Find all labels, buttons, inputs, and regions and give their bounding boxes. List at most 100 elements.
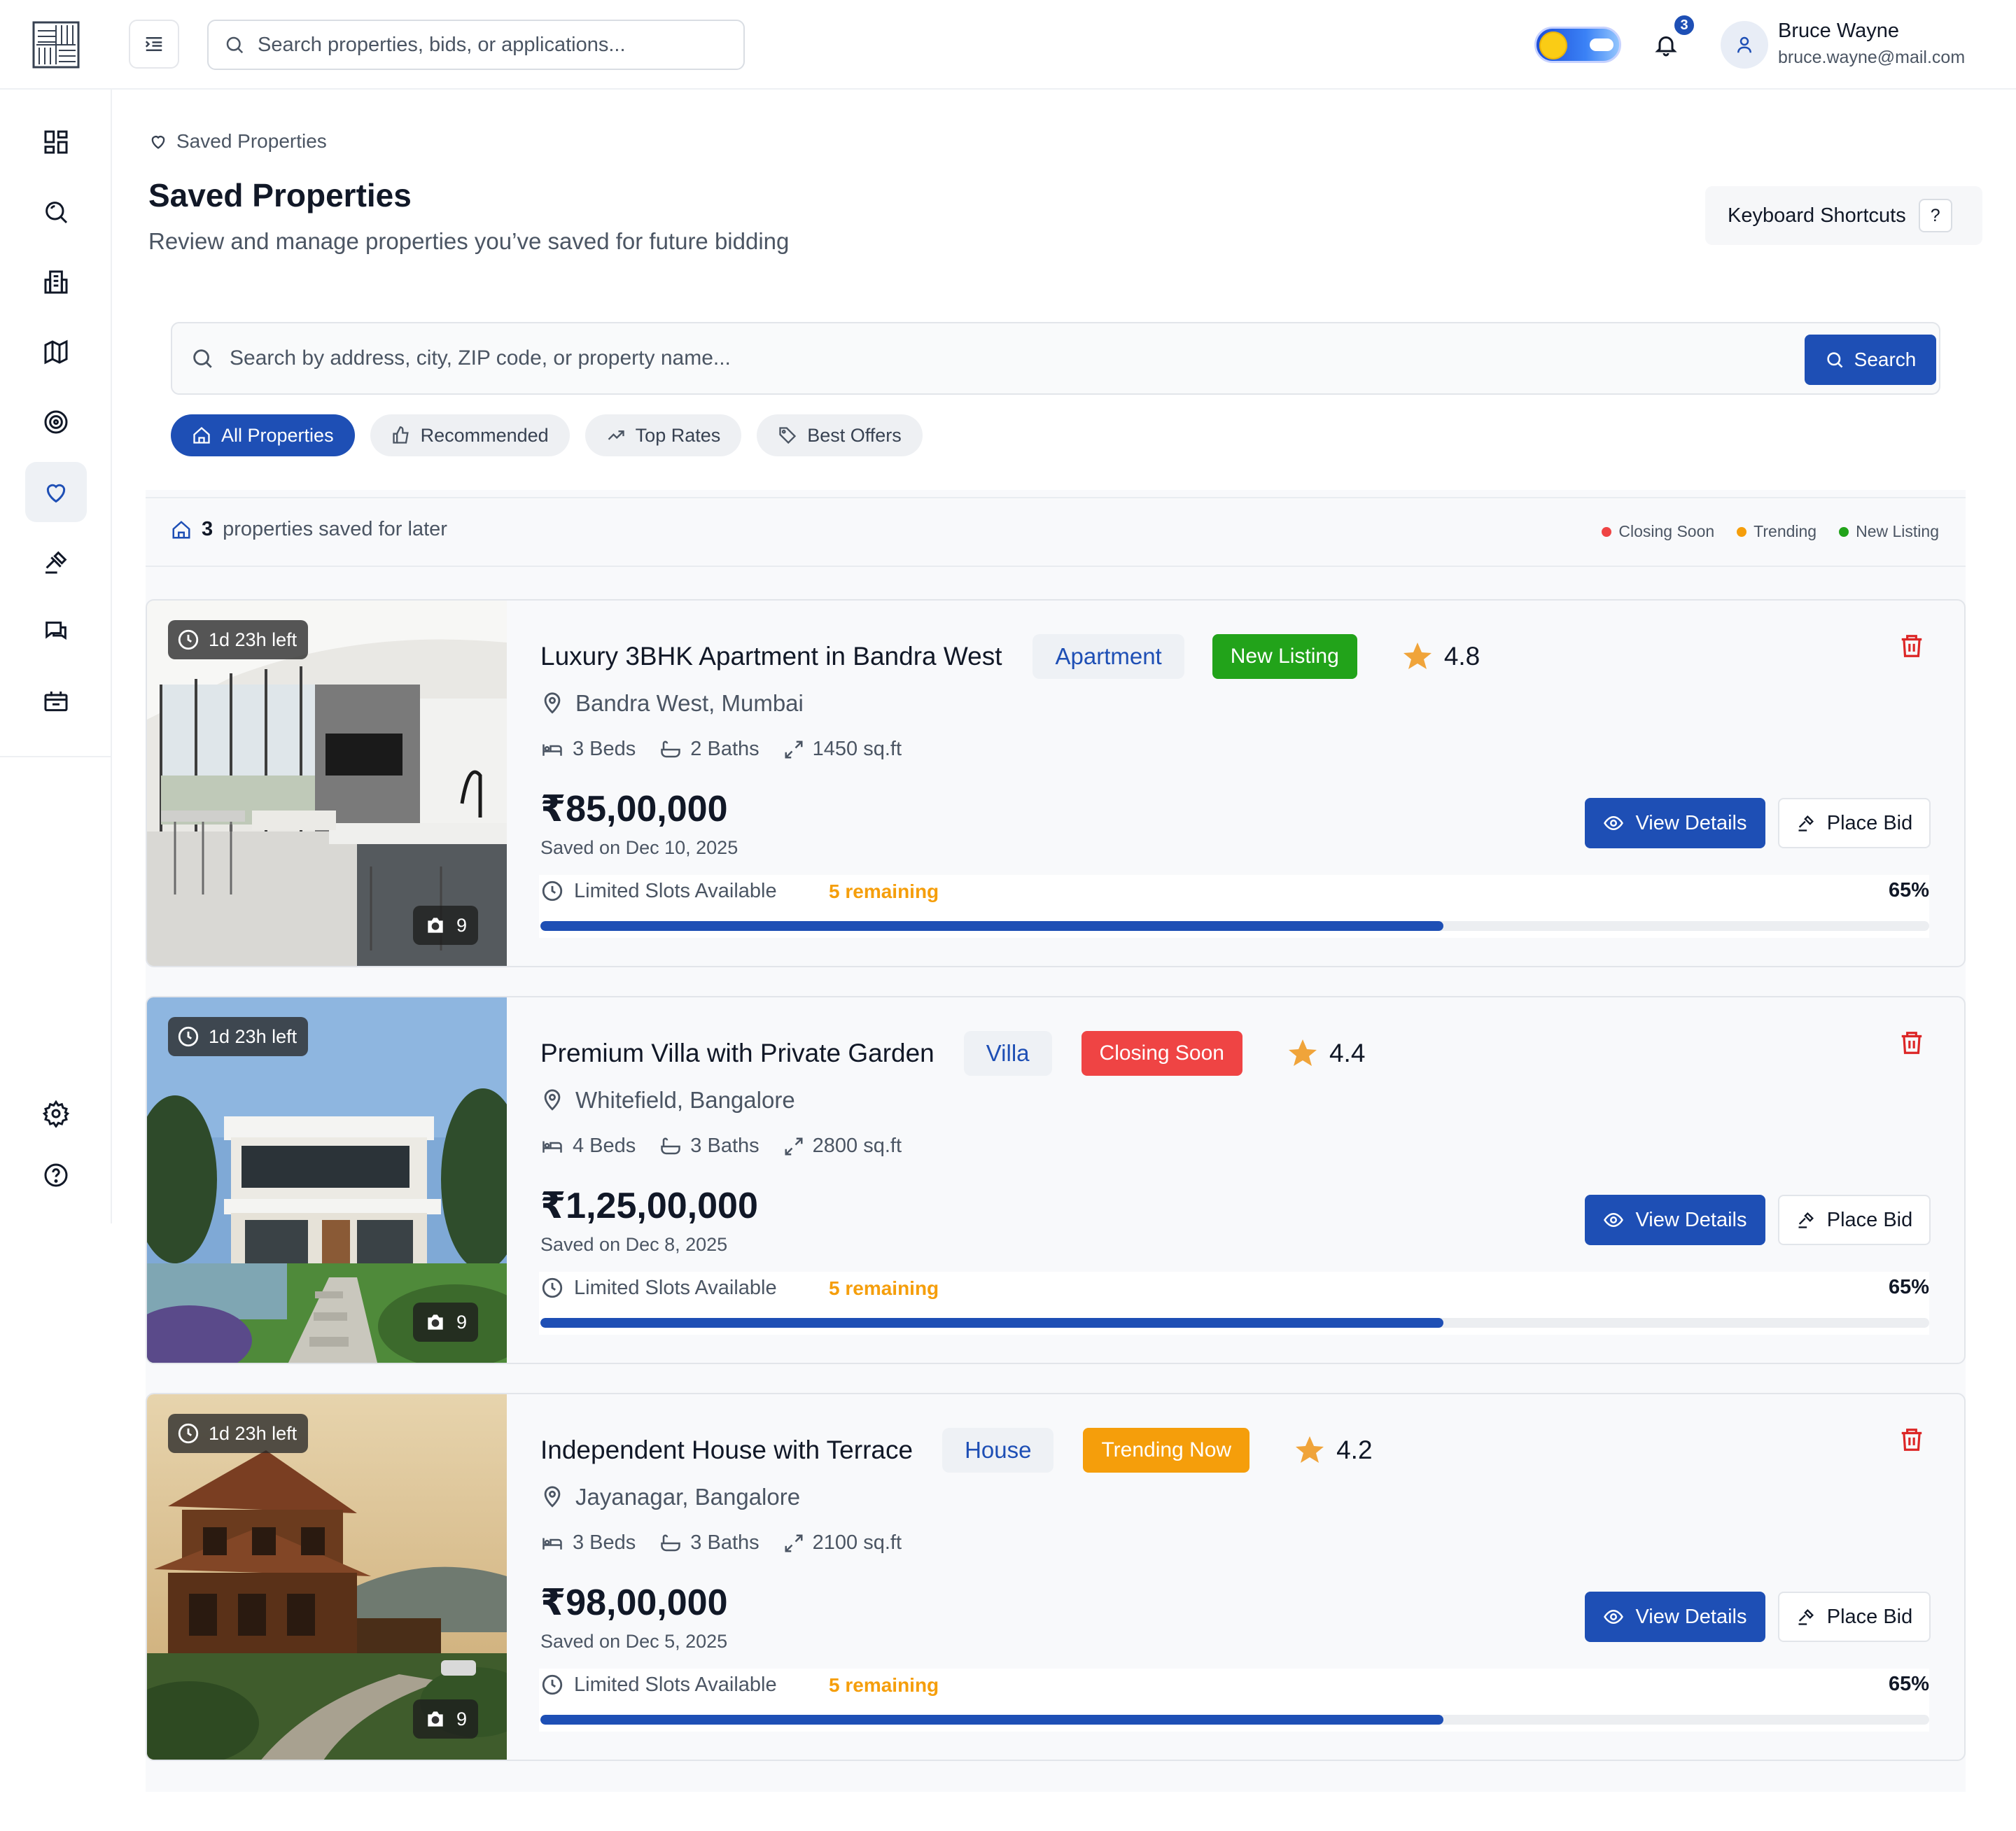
rating-value: 4.2 [1336, 1436, 1373, 1464]
user-email: bruce.wayne@mail.com [1778, 48, 1966, 67]
place-bid-button[interactable]: Place Bid [1778, 1195, 1931, 1245]
beds-label: 3 Beds [573, 1531, 636, 1554]
time-left-label: 1d 23h left [209, 1422, 298, 1444]
time-left-badge: 1d 23h left [168, 620, 309, 659]
property-card: 1d 23h left 9 Independent House with Ter… [146, 1393, 1966, 1761]
divider [146, 497, 1966, 498]
slots-remaining: 5 remaining [829, 1674, 939, 1696]
camera-icon [428, 918, 443, 933]
property-location: Bandra West, Mumbai [540, 690, 804, 717]
menu-icon [145, 37, 162, 51]
slots-label: Limited Slots Available [574, 1276, 777, 1299]
photo-count: 9 [456, 914, 468, 936]
sidebar-item-properties[interactable] [25, 252, 87, 312]
remove-saved-button[interactable] [1898, 631, 1925, 661]
filter-label: Top Rates [635, 424, 721, 446]
search-icon [193, 349, 212, 368]
photo-count-badge[interactable]: 9 [413, 906, 479, 945]
sidebar-item-saved[interactable] [25, 462, 87, 522]
expand-icon [785, 1534, 803, 1552]
property-photo[interactable]: 1d 23h left 9 [147, 997, 507, 1363]
trash-icon [1901, 1429, 1922, 1451]
place-bid-label: Place Bid [1826, 1208, 1913, 1231]
divider [146, 566, 1966, 567]
global-search-input[interactable] [258, 33, 706, 57]
sidebar-item-settings[interactable] [25, 1083, 87, 1144]
bath-icon [661, 1137, 681, 1154]
time-left-label: 1d 23h left [209, 1025, 298, 1047]
progress-bar [540, 1318, 1929, 1328]
photo-count-badge[interactable]: 9 [413, 1699, 479, 1739]
sidebar-toggle-button[interactable] [129, 20, 179, 69]
beds-spec: 4 Beds [540, 1135, 636, 1158]
theme-toggle[interactable] [1534, 27, 1621, 63]
card-title-row: Luxury 3BHK Apartment in Bandra West Apa… [540, 634, 1480, 679]
property-search-input[interactable] [230, 346, 1735, 370]
star-icon [1288, 1039, 1317, 1066]
star-icon [1296, 1436, 1324, 1463]
eye-icon [1604, 1212, 1624, 1228]
bed-icon [542, 1141, 562, 1153]
saved-count: 3 [202, 518, 214, 540]
sun-icon [1539, 31, 1567, 59]
saved-date: Saved on Dec 5, 2025 [540, 1631, 728, 1652]
property-title[interactable]: Independent House with Terrace [540, 1436, 913, 1465]
area-spec: 2100 sq.ft [783, 1531, 902, 1555]
property-photo[interactable]: 1d 23h left 9 [147, 601, 507, 966]
view-details-button[interactable]: View Details [1585, 798, 1765, 848]
search-button[interactable]: Search [1805, 335, 1936, 385]
filter-top-rates[interactable]: Top Rates [584, 414, 742, 456]
sidebar-item-search[interactable] [25, 182, 87, 242]
dashboard-icon [44, 130, 68, 154]
baths-spec: 3 Baths [659, 1531, 760, 1555]
home-icon [193, 426, 210, 444]
app-logo[interactable] [32, 21, 80, 69]
camera-icon [428, 1711, 443, 1727]
card-title-row: Independent House with Terrace House Tre… [540, 1428, 1373, 1473]
user-icon [1737, 36, 1751, 53]
avatar[interactable] [1721, 21, 1768, 69]
sidebar-item-map[interactable] [25, 322, 87, 382]
slots-info: Limited Slots Available [540, 1673, 777, 1697]
property-title[interactable]: Premium Villa with Private Garden [540, 1039, 934, 1068]
sidebar-item-dashboard[interactable] [25, 112, 87, 172]
location-pin-icon [544, 1089, 561, 1111]
filter-all-properties[interactable]: All Properties [171, 414, 355, 456]
filter-recommended[interactable]: Recommended [370, 414, 570, 456]
property-photo[interactable]: 1d 23h left 9 [147, 1394, 507, 1760]
sidebar-item-help[interactable] [25, 1145, 87, 1205]
star-icon [1403, 643, 1432, 669]
search-icon [46, 202, 68, 224]
keyboard-shortcuts-button[interactable]: Keyboard Shortcuts ? [1705, 186, 1982, 245]
view-details-button[interactable]: View Details [1585, 1592, 1765, 1642]
sidebar-item-messages[interactable] [25, 602, 87, 662]
remove-saved-button[interactable] [1898, 1028, 1925, 1058]
expand-icon [785, 741, 803, 758]
sidebar-item-targets[interactable] [25, 392, 87, 452]
sidebar-item-tickets[interactable] [25, 672, 87, 732]
legend-label: Trending [1754, 522, 1817, 540]
gavel-icon [46, 551, 67, 574]
target-icon [44, 410, 68, 434]
filter-label: Recommended [420, 424, 549, 446]
global-search [207, 20, 745, 70]
bath-icon [661, 1534, 681, 1551]
rating: 4.2 [1293, 1433, 1373, 1467]
remove-saved-button[interactable] [1898, 1425, 1925, 1454]
search-button-label: Search [1854, 349, 1917, 370]
photo-count-badge[interactable]: 9 [413, 1303, 479, 1342]
place-bid-button[interactable]: Place Bid [1778, 798, 1931, 848]
eye-icon [1604, 1609, 1624, 1625]
filter-best-offers[interactable]: Best Offers [757, 414, 923, 456]
place-bid-button[interactable]: Place Bid [1778, 1592, 1931, 1642]
slots-remaining: 5 remaining [829, 1277, 939, 1299]
slots-info: Limited Slots Available [540, 879, 777, 903]
property-title[interactable]: Luxury 3BHK Apartment in Bandra West [540, 642, 1002, 671]
beds-spec: 3 Beds [540, 738, 636, 761]
time-left-badge: 1d 23h left [168, 1017, 309, 1056]
slots-label: Limited Slots Available [574, 1673, 777, 1696]
time-left-badge: 1d 23h left [168, 1414, 309, 1453]
progress-bar [540, 921, 1929, 931]
sidebar-item-bids[interactable] [25, 532, 87, 592]
view-details-button[interactable]: View Details [1585, 1195, 1765, 1245]
